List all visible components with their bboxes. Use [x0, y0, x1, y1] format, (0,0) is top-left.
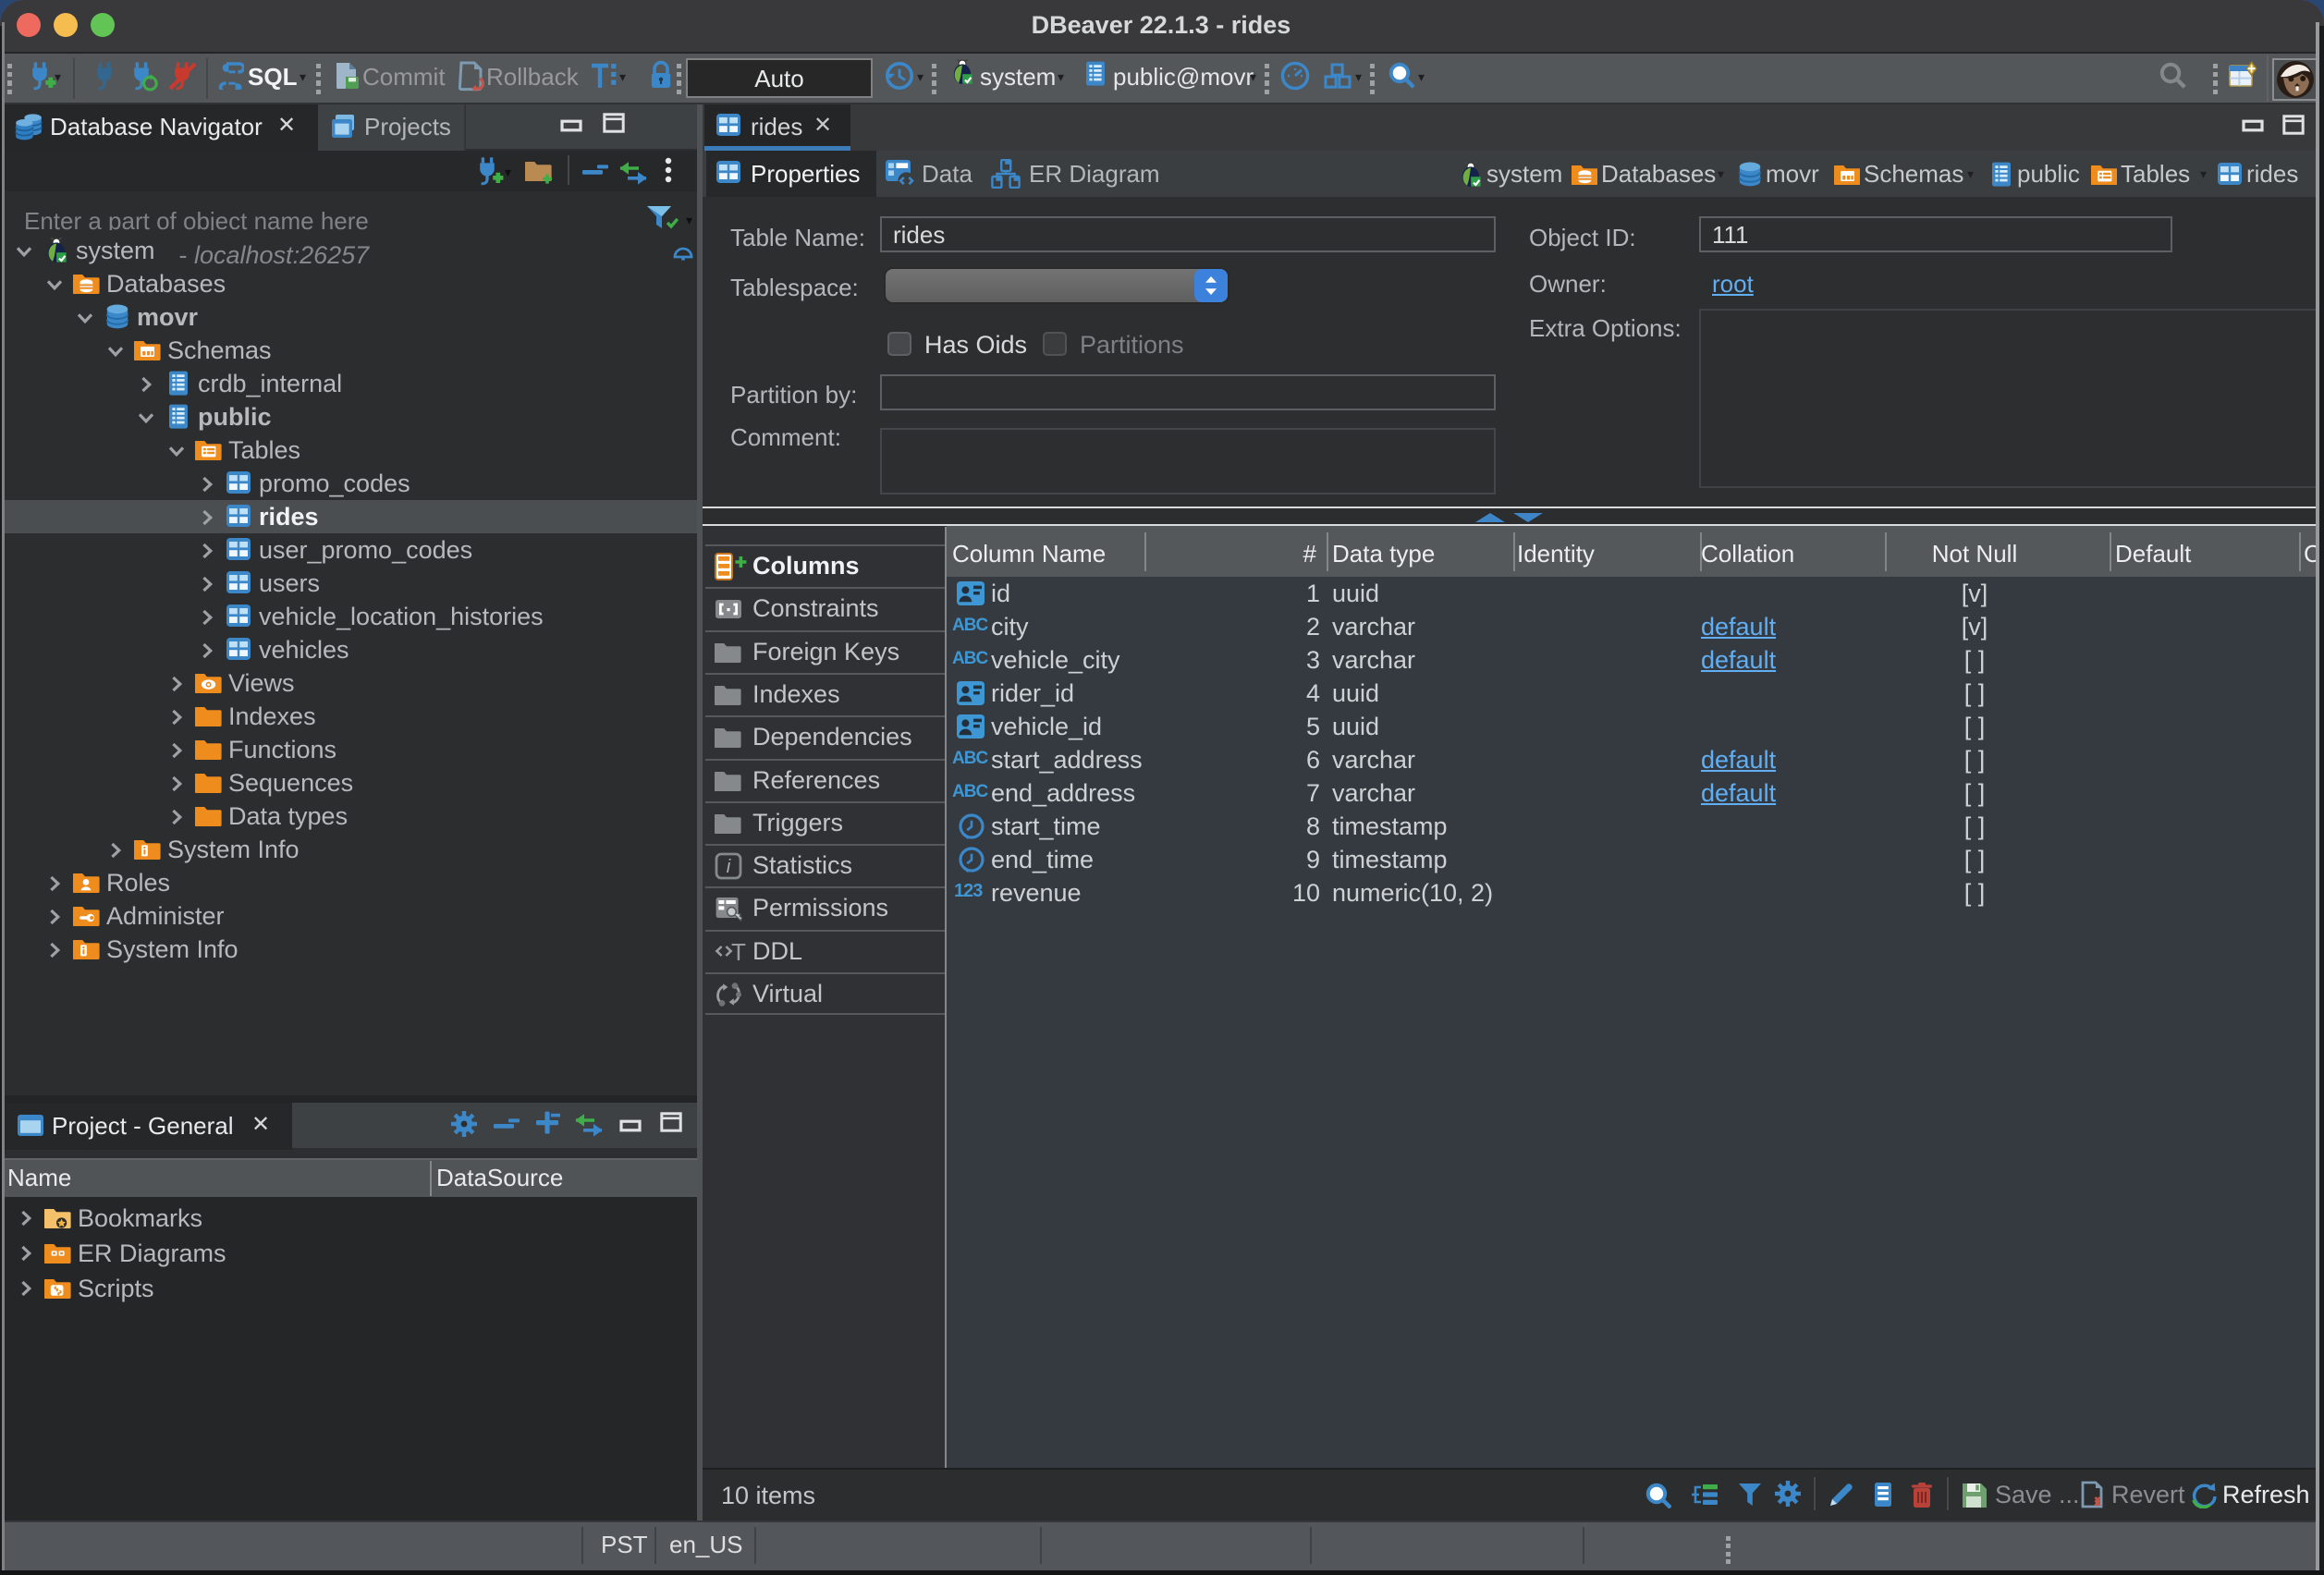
svg-text:i: i	[727, 857, 731, 877]
svg-text:T: T	[731, 938, 746, 966]
